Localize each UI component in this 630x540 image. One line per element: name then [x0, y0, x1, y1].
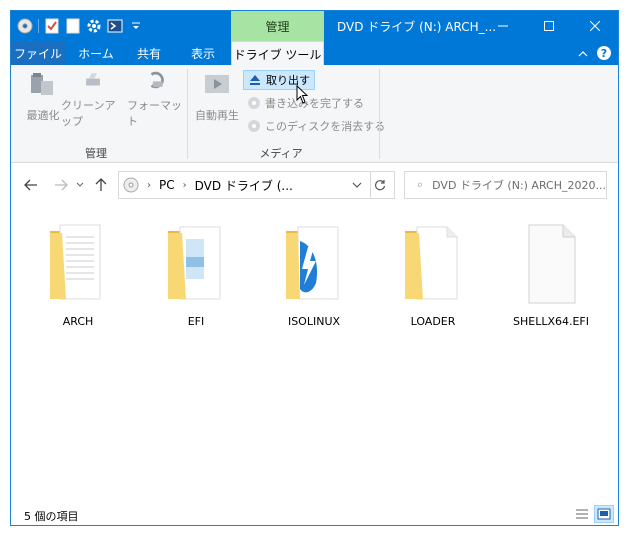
details-view-icon [576, 509, 588, 519]
title-bar: 管理 DVD ドライブ (N:) ARCH_... [11, 11, 618, 41]
recent-locations-button[interactable] [73, 175, 87, 195]
burn-disc-icon [247, 96, 261, 110]
ribbon-controls: ? [578, 45, 612, 64]
folder-icon [286, 226, 339, 300]
autoplay-icon [205, 75, 229, 93]
explorer-window: 管理 DVD ドライブ (N:) ARCH_... ファイル ホーム 共有 表示… [10, 10, 619, 526]
address-bar[interactable]: › PC › DVD ドライブ (... [118, 171, 371, 199]
eject-icon [248, 73, 262, 87]
file-icon [528, 224, 576, 304]
disc-icon[interactable] [17, 18, 33, 34]
file-item-isolinux[interactable]: ISOLINUX [264, 217, 364, 328]
item-count: 5 個の項目 [24, 510, 79, 523]
navigation-bar: › PC › DVD ドライブ (... DVD ドライブ (N:) ARCH_… [11, 163, 618, 207]
ribbon-collapse-icon[interactable] [578, 48, 588, 62]
breadcrumb-pc[interactable]: PC [159, 178, 175, 192]
file-list: ARCH EFI ISOLINUX LOADER SHELLX64.EFI [11, 207, 618, 497]
cleanup-button[interactable]: クリーンアップ [61, 69, 125, 129]
close-icon [590, 21, 600, 31]
erase-disc-button[interactable]: このディスクを消去する [243, 116, 389, 136]
up-button[interactable] [91, 175, 111, 195]
breadcrumb-dvd-drive[interactable]: DVD ドライブ (... [195, 177, 293, 194]
minimize-icon [498, 25, 508, 27]
folder-icon [50, 224, 101, 300]
file-name: SHELLX64.EFI [512, 315, 589, 328]
tab-share[interactable]: 共有 [123, 41, 175, 65]
powershell-icon[interactable] [107, 18, 123, 34]
search-input[interactable]: DVD ドライブ (N:) ARCH_2020... [404, 171, 607, 199]
file-name: ARCH [62, 315, 94, 328]
ribbon-tab-row: ファイル ホーム 共有 表示 ドライブ ツール ? [11, 41, 618, 66]
quick-access-toolbar [17, 17, 144, 35]
ribbon-separator [187, 69, 188, 159]
chevron-down-icon [76, 182, 84, 187]
ribbon-separator [379, 69, 380, 159]
maximize-icon [544, 21, 554, 31]
erase-disc-icon [247, 119, 261, 133]
close-button[interactable] [572, 11, 618, 41]
status-bar: 5 個の項目 [11, 505, 618, 525]
gear-icon[interactable] [86, 18, 102, 34]
customize-dropdown-icon[interactable] [128, 18, 144, 34]
file-name: ISOLINUX [287, 315, 341, 328]
mouse-cursor-icon [296, 85, 309, 104]
search-icon [417, 182, 422, 188]
refresh-button[interactable] [365, 171, 395, 199]
forward-arrow-icon [55, 179, 68, 191]
breadcrumb-separator-icon: › [182, 179, 187, 191]
tab-home[interactable]: ホーム [69, 41, 123, 65]
window-title: DVD ドライブ (N:) ARCH_... [337, 20, 497, 34]
disc-icon [123, 177, 139, 193]
breadcrumb-separator-icon: › [147, 179, 151, 191]
media-group-label: メディア [259, 147, 303, 160]
new-folder-icon[interactable] [65, 18, 81, 34]
file-item-shellx64[interactable]: SHELLX64.EFI [501, 217, 601, 328]
format-icon [150, 71, 164, 89]
up-arrow-icon [95, 178, 107, 191]
svg-text:?: ? [601, 47, 607, 60]
file-item-loader[interactable]: LOADER [383, 217, 483, 328]
manage-group-label: 管理 [85, 147, 107, 160]
cleanup-icon [86, 73, 100, 86]
tab-view[interactable]: 表示 [175, 41, 231, 65]
help-icon[interactable]: ? [596, 45, 612, 64]
file-item-arch[interactable]: ARCH [28, 217, 128, 328]
qat-separator [38, 19, 39, 33]
file-name: LOADER [410, 315, 456, 328]
large-icons-view-button[interactable] [594, 505, 614, 523]
back-button[interactable] [21, 175, 41, 195]
large-icons-view-icon [597, 508, 611, 520]
address-dropdown-icon[interactable] [352, 182, 362, 188]
refresh-icon [374, 180, 385, 191]
tab-drive-tools[interactable]: ドライブ ツール [231, 41, 324, 66]
file-item-efi[interactable]: EFI [146, 217, 246, 328]
context-tab-header: 管理 [231, 11, 324, 41]
folder-icon [405, 226, 458, 300]
properties-icon[interactable] [44, 18, 60, 34]
ribbon: 最適化 クリーンアップ フォーマット 管理 自動再生 取り出す 書き込みを完了す… [11, 65, 618, 163]
maximize-button[interactable] [526, 11, 572, 41]
folder-icon [168, 226, 221, 300]
optimize-icon [31, 73, 53, 95]
forward-button[interactable] [51, 175, 71, 195]
file-name: EFI [187, 315, 205, 328]
format-button[interactable]: フォーマット [127, 69, 187, 129]
search-placeholder: DVD ドライブ (N:) ARCH_2020... [432, 179, 606, 192]
tab-file[interactable]: ファイル [11, 41, 65, 65]
details-view-button[interactable] [572, 505, 592, 523]
autoplay-button[interactable]: 自動再生 [189, 69, 245, 129]
minimize-button[interactable] [480, 11, 526, 41]
back-arrow-icon [24, 179, 37, 191]
